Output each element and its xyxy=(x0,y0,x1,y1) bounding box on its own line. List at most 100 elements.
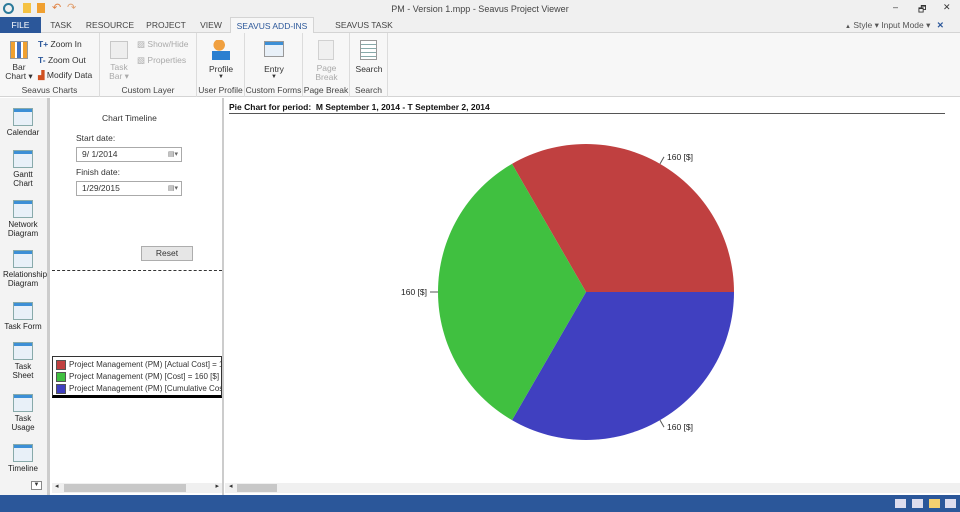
group-custom-forms: Entry ▼ Custom Forms xyxy=(245,33,303,97)
restore-button[interactable]: 🗗 xyxy=(918,2,926,18)
nav-label: Task Form xyxy=(4,322,42,331)
nav-relationship-diagram[interactable]: Relationship Diagram xyxy=(0,250,48,288)
legend-item: Project Management (PM) [Actual Cost] = … xyxy=(56,359,221,371)
legend-swatch xyxy=(56,371,66,382)
tab-seavus-task-update[interactable]: SEAVUS TASK UPDATE xyxy=(318,17,410,46)
bar-chart-icon xyxy=(10,41,28,59)
data-label: 160 [$] xyxy=(667,152,693,162)
view-shortcut-icon[interactable] xyxy=(945,499,956,508)
start-date-picker[interactable]: 9/ 1/2014 ▤▾ xyxy=(76,147,182,162)
view-shortcut-icon[interactable] xyxy=(895,499,906,508)
chart-horizontal-scrollbar[interactable]: ◂ xyxy=(225,483,960,493)
minimize-button[interactable]: – xyxy=(893,2,898,12)
modify-data-icon: ▟ xyxy=(38,70,45,80)
timeline-icon xyxy=(13,444,33,462)
zoom-in-icon: T+ xyxy=(38,39,49,49)
group-label: Seavus Charts xyxy=(21,85,78,95)
entry-form-icon xyxy=(264,41,284,57)
task-bar-icon xyxy=(110,41,128,59)
label-leader xyxy=(659,156,665,165)
data-label: 160 [$] xyxy=(401,287,427,297)
style-menu[interactable]: Style xyxy=(853,20,872,30)
nav-label: Network Diagram xyxy=(7,220,39,238)
profile-button[interactable]: Profile xyxy=(197,64,245,74)
group-label: Search xyxy=(355,85,382,95)
search-button[interactable]: Search xyxy=(350,64,388,74)
nav-task-sheet[interactable]: Task Sheet xyxy=(0,342,46,380)
reset-button[interactable]: Reset xyxy=(141,246,193,261)
input-mode-menu[interactable]: Input Mode xyxy=(881,20,924,30)
zoom-out-icon: T- xyxy=(38,55,46,65)
chart-area: Pie Chart for period: M September 1, 201… xyxy=(225,98,960,495)
relationship-diagram-icon xyxy=(13,250,33,268)
group-seavus-charts: Bar Chart ▾ T+ Zoom In T- Zoom Out ▟ Mod… xyxy=(0,33,100,97)
bar-chart-button[interactable]: Bar Chart ▾ xyxy=(4,63,34,81)
zoom-in-button[interactable]: T+ Zoom In xyxy=(38,39,82,49)
collapse-ribbon-icon[interactable]: ▲ xyxy=(845,24,851,30)
close-document-button[interactable]: ✕ xyxy=(937,20,944,30)
task-usage-icon xyxy=(13,394,33,412)
show-hide-button[interactable]: ▨ Show/Hide xyxy=(137,39,189,50)
view-shortcut-icon[interactable] xyxy=(929,499,940,508)
scrollbar-thumb[interactable] xyxy=(237,484,277,492)
legend-swatch xyxy=(56,359,66,370)
finish-date-picker[interactable]: 1/29/2015 ▤▾ xyxy=(76,181,182,196)
tab-seavus-add-ins[interactable]: SEAVUS ADD-INS xyxy=(230,17,314,34)
properties-button[interactable]: ▧ Properties xyxy=(137,55,186,66)
task-form-icon xyxy=(13,302,33,320)
divider xyxy=(52,270,222,271)
chart-legend: Project Management (PM) [Actual Cost] = … xyxy=(52,356,222,398)
page-break-button[interactable]: Page Break xyxy=(313,64,340,82)
group-label: Page Break xyxy=(303,85,349,95)
tab-resource[interactable]: RESOURCE xyxy=(84,17,136,33)
nav-network-diagram[interactable]: Network Diagram xyxy=(0,200,46,238)
nav-task-usage[interactable]: Task Usage xyxy=(0,394,46,432)
legend-swatch xyxy=(56,383,66,394)
group-user-profile: Profile ▼ User Profile xyxy=(197,33,245,97)
view-shortcut-icon[interactable] xyxy=(912,499,923,508)
ribbon: Bar Chart ▾ T+ Zoom In T- Zoom Out ▟ Mod… xyxy=(0,33,960,97)
close-button[interactable]: ✕ xyxy=(943,2,951,13)
tab-project[interactable]: PROJECT xyxy=(143,17,189,33)
group-page-break: Page Break Page Break xyxy=(303,33,350,97)
zoom-out-button[interactable]: T- Zoom Out xyxy=(38,55,86,65)
pie-chart: 160 [$] 160 [$] 160 [$] xyxy=(401,144,734,440)
finish-date-label: Finish date: xyxy=(76,167,120,177)
chart-timeline-panel: Chart Timeline Start date: 9/ 1/2014 ▤▾ F… xyxy=(50,98,224,495)
group-label: User Profile xyxy=(198,85,243,95)
nav-timeline[interactable]: Timeline xyxy=(0,444,46,473)
panel-title: Chart Timeline xyxy=(102,113,157,123)
tab-task[interactable]: TASK xyxy=(44,17,78,33)
panel-horizontal-scrollbar[interactable]: ◂ ▸ xyxy=(52,483,222,493)
ribbon-tabs: FILE TASK RESOURCE PROJECT VIEW SEAVUS A… xyxy=(0,17,960,46)
nav-task-form[interactable]: Task Form xyxy=(0,302,46,331)
legend-item: Project Management (PM) [Cumulative Cost… xyxy=(56,383,221,395)
calendar-icon xyxy=(13,108,33,126)
nav-label: Task Sheet xyxy=(12,362,34,380)
profile-icon xyxy=(212,40,230,60)
tab-file[interactable]: FILE xyxy=(0,17,41,33)
modify-data-button[interactable]: ▟ Modify Data xyxy=(38,70,92,81)
nav-label: Task Usage xyxy=(11,414,35,432)
network-diagram-icon xyxy=(13,200,33,218)
tab-view[interactable]: VIEW xyxy=(196,17,226,33)
group-label: Custom Layer xyxy=(121,85,175,95)
search-icon xyxy=(360,40,377,60)
nav-gantt-chart[interactable]: Gantt Chart xyxy=(0,150,46,188)
data-label: 160 [$] xyxy=(667,422,693,432)
calendar-dropdown-icon[interactable]: ▤▾ xyxy=(168,182,178,195)
entry-button[interactable]: Entry xyxy=(245,64,303,74)
task-bar-button[interactable]: Task Bar ▾ xyxy=(105,63,133,81)
gantt-chart-icon xyxy=(13,150,33,168)
calendar-dropdown-icon[interactable]: ▤▾ xyxy=(168,148,178,161)
group-search: Search Search xyxy=(350,33,388,97)
nav-calendar[interactable]: Calendar xyxy=(0,108,46,137)
scrollbar-thumb[interactable] xyxy=(64,484,186,492)
more-views-button[interactable]: ▼ xyxy=(31,481,42,490)
start-date-label: Start date: xyxy=(76,133,116,143)
group-label: Custom Forms xyxy=(245,85,302,95)
nav-label: Relationship Diagram xyxy=(3,270,48,288)
label-leader xyxy=(659,419,665,428)
title-bar: ↶ ↷ PM - Version 1.mpp - Seavus Project … xyxy=(0,0,960,17)
nav-label: Timeline xyxy=(8,464,38,473)
